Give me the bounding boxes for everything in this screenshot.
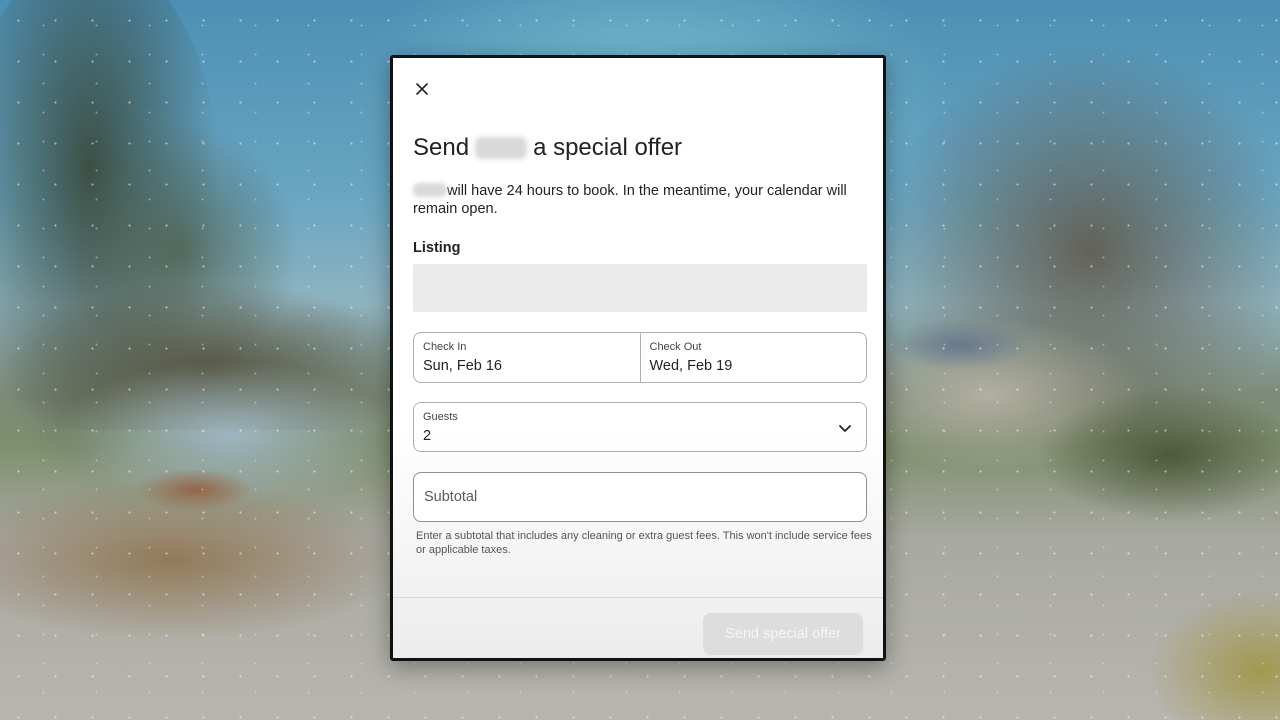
listing-label: Listing [413,240,461,256]
dialog-description: will have 24 hours to book. In the meant… [413,182,863,218]
special-offer-dialog: Send a special offer will have 24 hours … [390,55,886,661]
chevron-down-icon [839,425,851,432]
check-out-field[interactable]: Check Out Wed, Feb 19 [639,333,867,382]
redacted-guest-name [413,183,447,197]
guests-value: 2 [423,428,432,444]
title-prefix: Send [413,134,470,161]
send-special-offer-button[interactable]: Send special offer [703,613,863,655]
guests-select[interactable]: Guests 2 [413,402,867,452]
check-out-value: Wed, Feb 19 [649,358,733,374]
guests-label: Guests [423,411,458,423]
close-icon [416,83,428,95]
title-suffix: a special offer [533,134,683,161]
redacted-guest-name [475,137,528,159]
listing-select[interactable] [413,264,867,312]
check-in-label: Check In [423,341,467,353]
check-in-value: Sun, Feb 16 [423,358,502,374]
subtotal-hint: Enter a subtotal that includes any clean… [416,530,872,556]
description-text: will have 24 hours to book. In the meant… [413,183,847,217]
dialog-title: Send a special offer [413,134,682,162]
check-out-label: Check Out [649,341,702,353]
subtotal-input[interactable] [413,472,867,522]
date-range-picker: Check In Sun, Feb 16 Check Out Wed, Feb … [413,332,867,383]
close-button[interactable] [411,78,433,100]
footer-divider [393,597,883,598]
check-in-field[interactable]: Check In Sun, Feb 16 [414,333,640,382]
